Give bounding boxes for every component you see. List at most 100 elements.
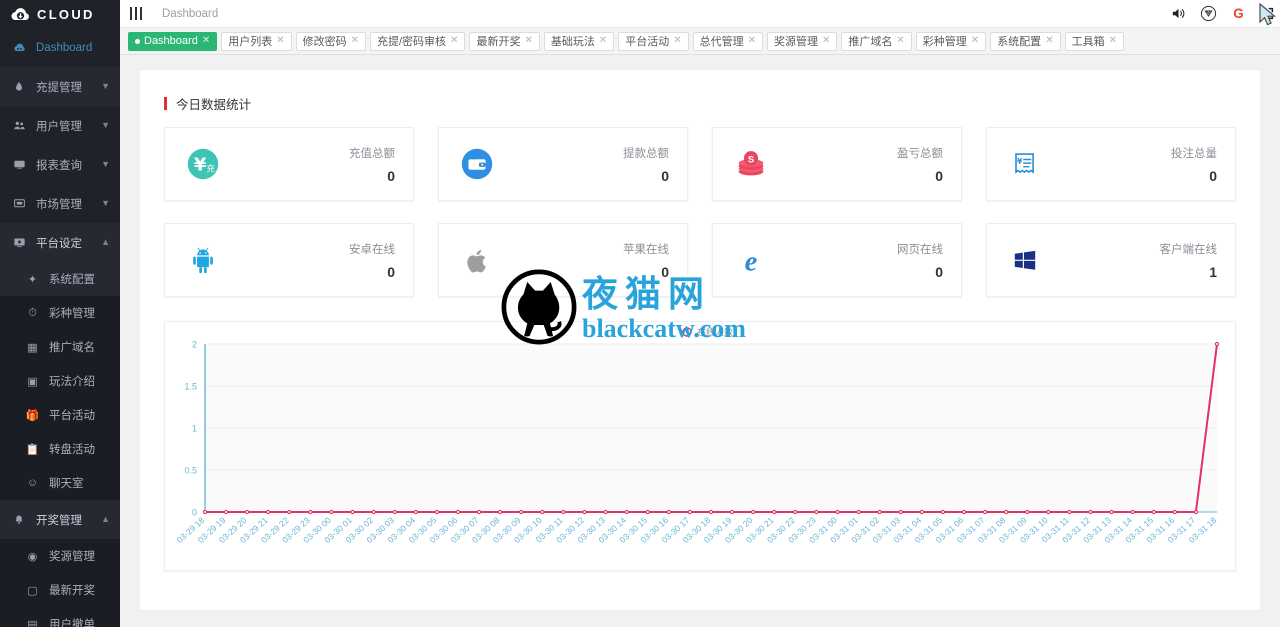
sidebar-subitem-label: 奖源管理: [49, 551, 95, 563]
section-header: 今日数据统计: [140, 70, 1260, 113]
close-icon[interactable]: ✕: [673, 36, 681, 46]
clipboard-icon: 📋: [25, 443, 40, 456]
sidebar-subitem-label: 彩种管理: [49, 308, 95, 320]
stat-label: 安卓在线: [349, 243, 395, 256]
tab-agent-management[interactable]: 总代管理 ✕: [692, 31, 764, 51]
tab-lottery-type[interactable]: 彩种管理 ✕: [915, 31, 987, 51]
clock-icon: ⏱: [28, 306, 37, 319]
brand-name: CLOUD: [37, 6, 95, 22]
cancel-order-icon: ▤: [27, 618, 38, 627]
stat-value: 1: [1209, 263, 1217, 280]
tab-change-password[interactable]: 修改密码 ✕: [295, 31, 366, 51]
sidebar-subitem-prize-source[interactable]: ◉ 奖源管理: [0, 539, 120, 573]
sidebar-item-deposit-withdraw[interactable]: 充提管理 ▼: [0, 67, 120, 106]
sidebar-item-label: 用户管理: [36, 120, 82, 133]
sidebar-subitem-label: 平台活动: [49, 410, 95, 422]
sidebar-subitem-wheel-activity[interactable]: 📋 转盘活动: [0, 432, 120, 466]
stat-card-ios-online[interactable]: 苹果在线 0: [438, 223, 688, 297]
tab-promo-domain[interactable]: 推广域名 ✕: [841, 31, 912, 51]
sidebar-item-reports[interactable]: 报表查询 ▼: [0, 145, 120, 184]
svg-text:¥: ¥: [194, 155, 207, 176]
google-icon[interactable]: G: [1230, 5, 1247, 22]
stat-label: 网页在线: [897, 243, 943, 256]
fullscreen-icon[interactable]: [1260, 6, 1275, 21]
tab-label: Dashboard: [144, 35, 198, 47]
stat-card-info: 苹果在线 0: [623, 241, 669, 280]
wallet-icon: [457, 144, 497, 184]
stat-card-info: 投注总量 0: [1171, 145, 1217, 184]
tab-platform-activity[interactable]: 平台活动 ✕: [618, 31, 689, 51]
chevron-up-icon: ▲: [101, 237, 110, 247]
svg-text:在线人数: 在线人数: [697, 327, 733, 339]
sidebar-subitem-latest-draw[interactable]: ▢ 最新开奖: [0, 573, 120, 607]
sidebar-item-dashboard[interactable]: Dashboard: [0, 28, 120, 67]
tab-deposit-password-audit[interactable]: 充提/密码审核 ✕: [370, 31, 466, 51]
stat-value: 0: [935, 167, 943, 184]
tab-toolbox[interactable]: 工具箱 ✕: [1064, 31, 1124, 51]
top-header: Dashboard G: [120, 0, 1280, 28]
stat-card-info: 充值总额 0: [349, 145, 395, 184]
android-icon: [183, 240, 223, 280]
stat-value: 0: [1209, 167, 1217, 184]
close-icon[interactable]: ✕: [1045, 36, 1053, 46]
page-title: 今日数据统计: [176, 98, 252, 112]
stat-card-withdraw-total[interactable]: 提款总额 0: [438, 127, 688, 201]
market-icon: [12, 197, 26, 210]
sidebar-item-label: 平台设定: [36, 237, 82, 250]
brand-logo[interactable]: CLOUD: [0, 0, 120, 28]
close-icon[interactable]: ✕: [351, 36, 359, 46]
stat-card-recharge-total[interactable]: ¥ 充 充值总额 0: [164, 127, 414, 201]
stat-value: 0: [935, 263, 943, 280]
volume-icon[interactable]: [1170, 5, 1187, 22]
close-icon[interactable]: ✕: [822, 36, 830, 46]
sidebar-item-user-management[interactable]: 用户管理 ▼: [0, 106, 120, 145]
stat-card-row-1: ¥ 充 充值总额 0 提款总额 0 S 盈亏总额 0 ¥ 投注总量 0: [140, 113, 1260, 201]
tab-prize-source[interactable]: 奖源管理 ✕: [767, 31, 838, 51]
sidebar-subitem-user-cancel-order[interactable]: ▤ 用户撤单: [0, 607, 120, 627]
sidebar-item-lottery-management[interactable]: 开奖管理 ▲: [0, 500, 120, 539]
sidebar-subitem-lottery-type[interactable]: ⏱ 彩种管理: [0, 296, 120, 330]
close-icon[interactable]: ✕: [896, 36, 904, 46]
svg-text:0: 0: [192, 508, 197, 518]
sidebar-subitem-promo-domain[interactable]: ▦ 推广域名: [0, 330, 120, 364]
chevron-down-icon: ▼: [101, 159, 110, 169]
tab-latest-draw[interactable]: 最新开奖 ✕: [469, 31, 540, 51]
close-icon[interactable]: ✕: [1109, 36, 1117, 46]
sidebar-item-platform-settings[interactable]: 平台设定 ▲: [0, 223, 120, 262]
close-icon[interactable]: ✕: [524, 36, 532, 46]
close-icon[interactable]: ✕: [450, 36, 458, 46]
tab-basic-gameplay[interactable]: 基础玩法 ✕: [543, 31, 615, 51]
close-icon[interactable]: ✕: [599, 36, 607, 46]
online-users-chart[interactable]: 0 0.5 1 1.5 2 03-29 18 03-29 19 03-29 20 03-29 2…: [164, 321, 1236, 571]
sidebar-subitem-platform-activity[interactable]: 🎁 平台活动: [0, 398, 120, 432]
sidebar-subitem-chatroom[interactable]: ☺ 聊天室: [0, 466, 120, 500]
receipt-icon: ¥: [1005, 144, 1045, 184]
main-content: 今日数据统计 ¥ 充 充值总额 0 提款总额 0 S 盈亏总额 0 ¥ 投注总量…: [140, 70, 1260, 610]
hamburger-icon[interactable]: [120, 0, 152, 28]
close-icon[interactable]: ✕: [748, 36, 756, 46]
close-icon[interactable]: ✕: [276, 36, 284, 46]
sidebar-subitem-system-config[interactable]: ✦ 系统配置: [0, 262, 120, 296]
tab-user-list[interactable]: 用户列表 ✕: [221, 31, 292, 51]
tab-dashboard[interactable]: Dashboard ✕: [128, 31, 218, 51]
shield-badge-icon[interactable]: [1200, 5, 1217, 22]
sidebar: CLOUD Dashboard 充提管理 ▼ 用户管理 ▼ 报表查询 ▼ 市场管…: [0, 0, 120, 627]
sidebar-subitem-gameplay-intro[interactable]: ▣ 玩法介绍: [0, 364, 120, 398]
water-drop-icon: [12, 81, 26, 93]
stat-card-android-online[interactable]: 安卓在线 0: [164, 223, 414, 297]
tab-label: 总代管理: [699, 36, 744, 48]
chevron-down-icon: ▼: [101, 81, 110, 91]
tab-label: 最新开奖: [476, 36, 521, 48]
svg-text:充: 充: [206, 163, 215, 175]
header-actions: G: [1170, 5, 1280, 22]
sidebar-item-market[interactable]: 市场管理 ▼: [0, 184, 120, 223]
tab-system-config[interactable]: 系统配置 ✕: [990, 31, 1061, 51]
stat-card-bet-total[interactable]: ¥ 投注总量 0: [986, 127, 1236, 201]
close-icon[interactable]: ✕: [202, 36, 210, 46]
tab-label: 基础玩法: [550, 36, 595, 48]
close-icon[interactable]: ✕: [971, 36, 979, 46]
stat-card-client-online[interactable]: 客户端在线 1: [986, 223, 1236, 297]
stat-card-web-online[interactable]: e 网页在线 0: [712, 223, 962, 297]
stat-card-profit-loss-total[interactable]: S 盈亏总额 0: [712, 127, 962, 201]
sidebar-subitem-label: 最新开奖: [49, 585, 95, 597]
